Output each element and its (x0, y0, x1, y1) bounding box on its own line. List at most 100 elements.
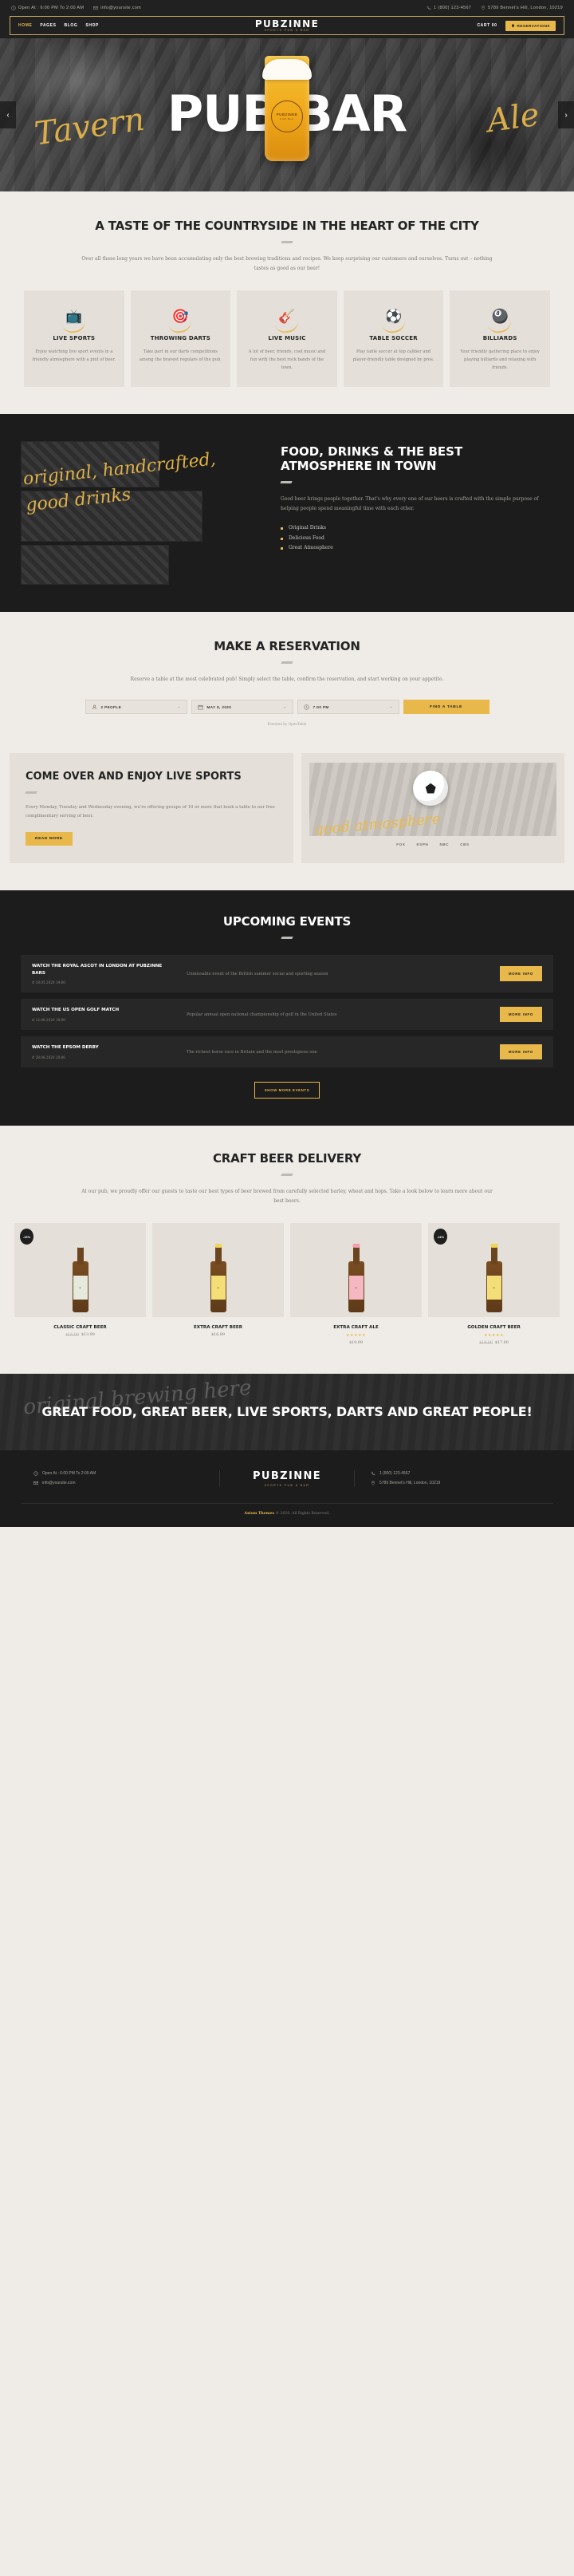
food-photo-1 (21, 440, 159, 487)
food-bullet: Delicious Food (281, 534, 553, 544)
footer-phone[interactable]: 1 (800) 123-4567 (355, 1471, 553, 1476)
email-info[interactable]: info@yoursite.com (93, 6, 141, 10)
feature-card-live-sports[interactable]: 📺 LIVE SPORTS Enjoy watching live sport … (24, 290, 124, 387)
live-sports-media: good atmosphere FOX ESPN NBC CBS (301, 753, 564, 864)
event-more-info-button[interactable]: MORE INFO (499, 1044, 542, 1060)
calendar-icon (198, 704, 203, 710)
event-datetime: ⏱ 28.06.2020 20:00 (32, 1055, 65, 1059)
product-card[interactable]: ◎ EXTRA CRAFT BEER $16.99 (152, 1223, 284, 1345)
live-sports-title: COME OVER AND ENJOY LIVE SPORTS (26, 771, 242, 783)
feature-card-live-music[interactable]: 🎸 LIVE MUSIC A lot of beer, friends, coo… (237, 290, 337, 387)
food-bullet: Great Atmosphere (281, 543, 553, 554)
person-icon (92, 704, 97, 710)
footer-email[interactable]: info@yoursite.com (21, 1481, 219, 1485)
feature-title: TABLE SOCCER (369, 335, 418, 342)
cart-button[interactable]: CART 00 (477, 23, 497, 28)
feature-card-table-soccer[interactable]: ⚽ TABLE SOCCER Play table soccer at top … (343, 290, 444, 387)
cta-title: GREAT FOOD, GREAT BEER, LIVE SPORTS, DAR… (41, 1403, 533, 1419)
site-logo[interactable]: PUBZINNE SPORTS PUB & BAR (255, 19, 319, 32)
chevron-down-icon: ⌄ (283, 704, 287, 710)
beer-bottle-icon: ◎ (210, 1244, 226, 1313)
product-card[interactable]: -16% ◎ CLASSIC CRAFT BEER $16.00 $13.99 (14, 1223, 146, 1345)
food-text: Good beer brings people together. That's… (281, 496, 539, 512)
footer-left: Open At : 6:00 PM To 2:00 AM info@yoursi… (21, 1466, 219, 1490)
beer-bottle-icon: ◎ (72, 1244, 88, 1313)
broadcaster-logo-list: FOX ESPN NBC CBS (396, 842, 469, 846)
logo-espn: ESPN (416, 842, 429, 847)
feature-title: BILLIARDS (482, 335, 517, 342)
nav-item-home[interactable]: HOME (18, 23, 32, 28)
product-card[interactable]: -11% ◎ GOLDEN CRAFT BEER ★★★★★ $19.00 $17… (428, 1223, 560, 1345)
product-image: -11% ◎ (428, 1223, 560, 1318)
feature-title: THROWING DARTS (150, 335, 211, 342)
event-title: WATCH THE US OPEN GOLF MATCH (32, 1008, 120, 1013)
event-row[interactable]: WATCH THE US OPEN GOLF MATCH ⏱ 12.06.202… (21, 999, 553, 1031)
reservation-text: Reserve a table at the most celebrated p… (130, 676, 444, 682)
live-sports-text: Every Monday, Tuesday and Wednesday even… (26, 805, 275, 819)
food-bullet: Original Drinks (281, 523, 553, 534)
feature-card-billiards[interactable]: 🎱 BILLIARDS Your friendly gathering plac… (450, 290, 550, 387)
footer-copyright-text: © 2020. All Rights Reserved. (275, 1512, 330, 1517)
clock-icon (33, 1471, 38, 1476)
feature-text: Enjoy watching live sport events in a fr… (32, 349, 116, 363)
sale-badge: -16% (20, 1229, 33, 1245)
phone-icon (371, 1471, 375, 1476)
slider-next-button[interactable]: › (558, 101, 574, 128)
dartboard-icon: 🎯 (139, 303, 223, 330)
reservations-button[interactable]: RESERVATIONS (505, 20, 556, 31)
craft-beer-delivery-section: CRAFT BEER DELIVERY At our pub, we proud… (0, 1126, 574, 1374)
footer-hours-text: Open At : 6:00 PM To 2:00 AM (42, 1471, 96, 1477)
opening-hours: Open At : 6:00 PM To 2:00 AM (11, 6, 84, 10)
event-row[interactable]: WATCH THE ROYAL ASCOT IN LONDON AT PUBZI… (21, 955, 553, 993)
slider-prev-button[interactable]: ‹ (0, 101, 16, 128)
nav-item-pages[interactable]: PAGES (40, 23, 56, 28)
footer-phone-text: 1 (800) 123-4567 (379, 1471, 411, 1477)
event-row[interactable]: WATCH THE EPSOM DERBY ⏱ 28.06.2020 20:00… (21, 1036, 553, 1068)
food-divider (280, 481, 293, 484)
party-size-select[interactable]: 2 PEOPLE ⌄ (85, 700, 187, 715)
event-more-info-button[interactable]: MORE INFO (499, 1007, 542, 1023)
date-select[interactable]: MAY 8, 2020 ⌄ (191, 700, 293, 715)
live-sports-divider (25, 791, 37, 795)
time-select[interactable]: 7:00 PM ⌄ (297, 700, 399, 715)
envelope-icon (93, 6, 99, 10)
location-pin-icon (371, 1481, 375, 1486)
top-info-bar: Open At : 6:00 PM To 2:00 AM info@yoursi… (0, 0, 574, 16)
shop-text: At our pub, we proudly offer our guests … (81, 1189, 493, 1204)
location-pin-icon (481, 6, 486, 10)
event-title: WATCH THE EPSOM DERBY (32, 1045, 99, 1051)
show-more-events-button[interactable]: SHOW MORE EVENTS (254, 1082, 320, 1099)
live-sports-section: COME OVER AND ENJOY LIVE SPORTS Every Mo… (0, 753, 574, 890)
product-image: ◎ (290, 1223, 422, 1318)
product-price: $19.00 $17.00 (428, 1341, 560, 1345)
about-section: A TASTE OF THE COUNTRYSIDE IN THE HEART … (0, 191, 574, 414)
feature-text: Play table soccer at top caliber and pla… (352, 349, 434, 363)
billiards-icon: 🎱 (458, 303, 542, 330)
product-name: EXTRA CRAFT BEER (193, 1325, 243, 1331)
nav-item-blog[interactable]: BLOG (65, 23, 78, 28)
feature-card-throwing-darts[interactable]: 🎯 THROWING DARTS Take part in our darts … (130, 290, 231, 387)
beer-bottle-icon: ◎ (348, 1244, 364, 1313)
product-price: $19.99 (290, 1341, 422, 1345)
cta-banner: original brewing here GREAT FOOD, GREAT … (0, 1374, 574, 1451)
nav-links-left: HOME PAGES BLOG SHOP (18, 23, 99, 28)
find-a-table-button[interactable]: FIND A TABLE (403, 700, 489, 715)
product-price: $16.00 $13.99 (14, 1333, 146, 1337)
product-card[interactable]: ◎ EXTRA CRAFT ALE ★★★★★ $19.99 (290, 1223, 422, 1345)
sports-script-overlay: good atmosphere (313, 811, 442, 837)
beer-badge-title: PUBZINNE (276, 112, 298, 116)
read-more-button[interactable]: READ MORE (26, 832, 73, 846)
music-icon: 🎸 (245, 303, 329, 330)
footer-copyright-brand[interactable]: Axiom Themes (244, 1512, 274, 1516)
product-current-price: $19.99 (349, 1341, 363, 1346)
logo-fox: FOX (396, 842, 406, 847)
footer-hours: Open At : 6:00 PM To 2:00 AM (21, 1471, 219, 1476)
reservations-label: RESERVATIONS (517, 23, 550, 28)
phone-info[interactable]: 1 (800) 123-4567 (427, 6, 471, 10)
event-more-info-button[interactable]: MORE INFO (499, 966, 542, 982)
nav-item-shop[interactable]: SHOP (85, 23, 99, 28)
product-current-price: $16.99 (211, 1333, 225, 1338)
address-text: 5789 Bennet's Hill, London, 10219 (488, 6, 563, 10)
footer-address-text: 5789 Bennet's Hill, London, 10219 (379, 1481, 441, 1486)
footer-logo[interactable]: PUBZINNE SPORTS PUB & BAR (219, 1469, 355, 1487)
